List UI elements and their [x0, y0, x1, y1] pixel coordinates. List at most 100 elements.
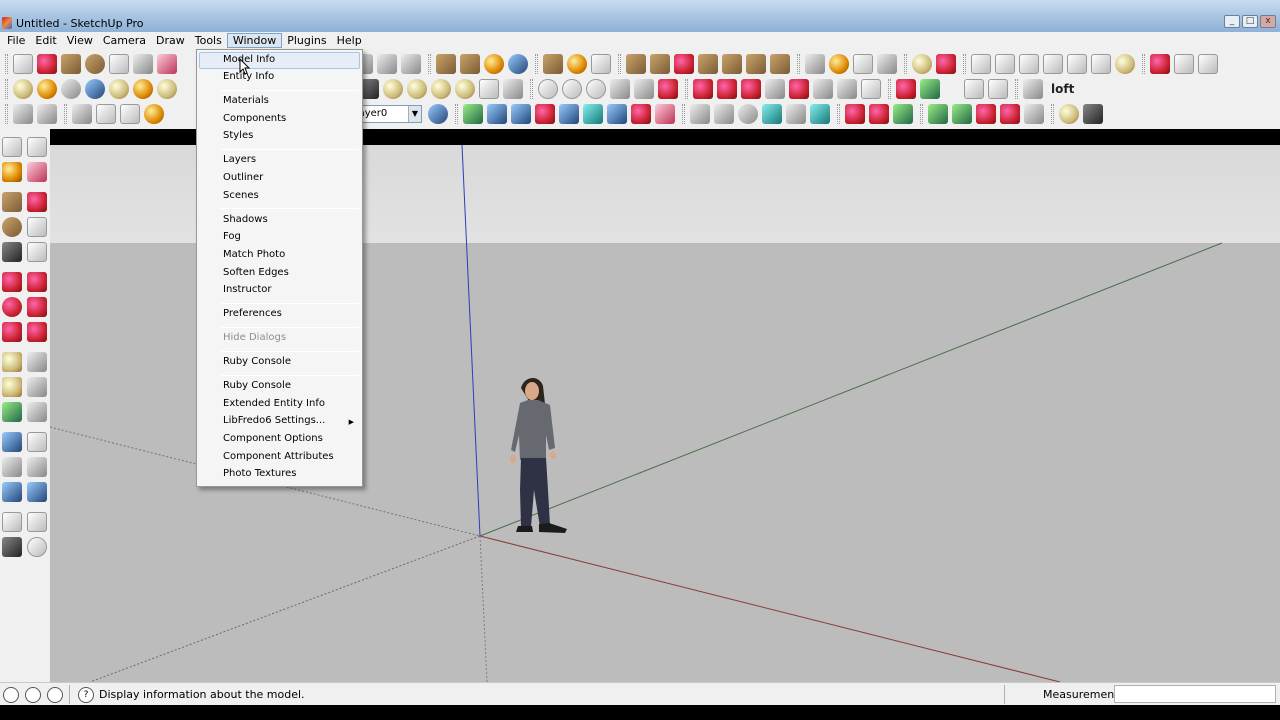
menu-edit[interactable]: Edit	[30, 33, 61, 48]
toolbar-grip[interactable]	[963, 53, 966, 74]
door-icon[interactable]	[976, 103, 996, 124]
make-face-icon[interactable]	[72, 103, 92, 124]
toolbar-grip[interactable]	[618, 53, 621, 74]
hand-icon[interactable]	[479, 78, 499, 99]
menu-item-match-photo[interactable]: Match Photo	[223, 249, 285, 260]
toolbar-grip[interactable]	[797, 53, 800, 74]
hidden-line-style-icon[interactable]	[567, 53, 587, 74]
menu-camera[interactable]: Camera	[98, 33, 151, 48]
wall-icon[interactable]	[869, 103, 889, 124]
star-icon[interactable]	[861, 78, 881, 99]
plugin-a-icon[interactable]	[896, 78, 916, 99]
dimension-icon[interactable]	[27, 352, 47, 372]
weld-icon[interactable]	[765, 78, 785, 99]
toolbar-grip[interactable]	[5, 53, 8, 74]
offset-icon[interactable]	[27, 322, 47, 342]
maximize-button[interactable]: □	[1242, 15, 1258, 28]
dimension-tool-icon[interactable]	[13, 78, 33, 99]
joint-push-pull-icon[interactable]	[741, 78, 761, 99]
xray-face-icon[interactable]	[431, 78, 451, 99]
close-button[interactable]: x	[1260, 15, 1276, 28]
toolbar-grip[interactable]	[837, 103, 840, 124]
axes-icon[interactable]	[634, 78, 654, 99]
crosshair-icon[interactable]	[562, 78, 582, 99]
tag-icon[interactable]	[109, 78, 129, 99]
sandbox-drape-icon[interactable]	[722, 53, 742, 74]
roof-icon[interactable]	[845, 103, 865, 124]
iso-view-icon[interactable]	[436, 53, 456, 74]
flip-icon[interactable]	[655, 103, 675, 124]
zoom-icon[interactable]	[1019, 53, 1039, 74]
menu-tools[interactable]: Tools	[190, 33, 227, 48]
section-display-icon[interactable]	[1198, 53, 1218, 74]
rectangle-icon[interactable]	[2, 192, 22, 212]
rotate-right-icon[interactable]	[631, 103, 651, 124]
menu-draw[interactable]: Draw	[151, 33, 190, 48]
plugin-b-icon[interactable]	[920, 78, 940, 99]
prism-icon[interactable]	[762, 103, 782, 124]
help-icon[interactable]: ?	[78, 687, 94, 703]
cone-icon[interactable]	[810, 103, 830, 124]
line-icon[interactable]	[27, 192, 47, 212]
toolbar-grip[interactable]	[455, 103, 458, 124]
toolbar-grip[interactable]	[682, 103, 685, 124]
stairs-icon[interactable]	[928, 103, 948, 124]
menu-item-libfredo6-settings[interactable]: LibFredo6 Settings...	[223, 415, 325, 426]
registered-icon[interactable]	[61, 78, 81, 99]
split-icon[interactable]	[37, 103, 57, 124]
cube-icon[interactable]	[690, 103, 710, 124]
menu-help[interactable]: Help	[332, 33, 367, 48]
solid-trim-icon[interactable]	[877, 53, 897, 74]
menu-item-extended-entity-info[interactable]: Extended Entity Info	[223, 398, 325, 409]
fredo-scale-icon[interactable]	[789, 78, 809, 99]
sphere-icon[interactable]	[133, 78, 153, 99]
credits-icon[interactable]	[25, 687, 41, 703]
move-down-icon[interactable]	[535, 103, 555, 124]
menu-item-instructor[interactable]: Instructor	[223, 284, 272, 295]
zoom-extents-icon[interactable]	[2, 482, 22, 502]
toolbar-grip[interactable]	[428, 53, 431, 74]
menu-item-shadows[interactable]: Shadows	[223, 214, 268, 225]
beam-icon[interactable]	[1024, 103, 1044, 124]
circle-icon[interactable]	[2, 217, 22, 237]
google-earth-icon[interactable]	[508, 53, 528, 74]
previous-view-icon[interactable]	[1067, 53, 1087, 74]
protractor-icon[interactable]	[2, 377, 22, 397]
sandbox-add-detail-icon[interactable]	[746, 53, 766, 74]
soft-face-icon[interactable]	[383, 78, 403, 99]
3d-text-icon[interactable]	[27, 402, 47, 422]
user-icon[interactable]	[47, 687, 63, 703]
cylinder-icon[interactable]	[738, 103, 758, 124]
solid-union-icon[interactable]	[805, 53, 825, 74]
eraser-tool-icon[interactable]	[157, 53, 177, 74]
section-plane-icon[interactable]	[27, 537, 47, 557]
tee-offset-icon[interactable]	[120, 103, 140, 124]
menu-item-layers[interactable]: Layers	[223, 154, 256, 165]
rail-icon[interactable]	[952, 103, 972, 124]
menu-view[interactable]: View	[62, 33, 98, 48]
menu-item-preferences[interactable]: Preferences	[223, 308, 282, 319]
circle-tool-icon[interactable]	[85, 53, 105, 74]
protractor-icon[interactable]	[37, 78, 57, 99]
toolbar-grip[interactable]	[64, 103, 67, 124]
toolbar-grip[interactable]	[685, 78, 688, 99]
select-tool-icon[interactable]	[13, 53, 33, 74]
loft-button[interactable]: loft	[1051, 82, 1074, 96]
menu-item-ruby-console[interactable]: Ruby Console	[223, 356, 291, 367]
follow-me-icon[interactable]	[377, 53, 397, 74]
top-view-icon[interactable]	[460, 53, 480, 74]
add-location-icon[interactable]	[484, 53, 504, 74]
help-circle-icon[interactable]	[85, 78, 105, 99]
sandbox-flip-edge-icon[interactable]	[770, 53, 790, 74]
round-corner-icon[interactable]	[936, 53, 956, 74]
tape-measure-icon[interactable]	[2, 352, 22, 372]
menu-item-fog[interactable]: Fog	[223, 231, 241, 242]
menu-item-ruby-console-2[interactable]: Ruby Console	[223, 380, 291, 391]
next-view-icon[interactable]	[1091, 53, 1111, 74]
toolbar-grip[interactable]	[1142, 53, 1145, 74]
paint-icon[interactable]	[144, 103, 164, 124]
toolbar-grip[interactable]	[535, 53, 538, 74]
chevron-down-icon[interactable]: ▼	[408, 105, 421, 122]
menu-item-photo-textures[interactable]: Photo Textures	[223, 468, 297, 479]
lightbulb-icon[interactable]	[1059, 103, 1079, 124]
